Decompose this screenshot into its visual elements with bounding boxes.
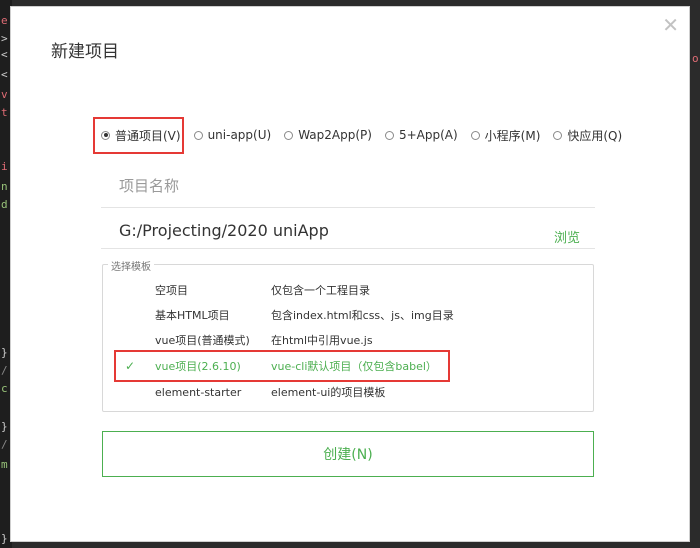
radio-unchecked-icon xyxy=(470,130,480,140)
radio-uni-app[interactable]: uni-app(U) xyxy=(193,128,272,142)
editor-code-glyph: t xyxy=(1,106,8,119)
radio-mini-program[interactable]: 小程序(M) xyxy=(470,127,541,144)
annotation-highlight-box xyxy=(114,350,450,382)
create-button[interactable]: 创建(N) xyxy=(102,431,594,477)
dialog-title: 新建项目 xyxy=(51,42,119,62)
new-project-dialog: 新建项目 ✕ 普通项目(V) uni-app(U) Wap2App(P) 5+A… xyxy=(10,6,690,542)
project-name-field xyxy=(101,165,595,208)
template-desc: 包含index.html和css、js、img目录 xyxy=(271,309,454,322)
editor-code-glyph: c xyxy=(1,382,8,395)
project-path-field[interactable]: G:/Projecting/2020 uniApp xyxy=(101,215,595,249)
template-item-empty[interactable]: 空项目 仅包含一个工程目录 xyxy=(103,278,593,302)
radio-label: 5+App(A) xyxy=(398,128,458,142)
radio-quick-app[interactable]: 快应用(Q) xyxy=(553,127,622,144)
template-name: element-starter xyxy=(155,385,242,399)
editor-code-glyph: e xyxy=(1,14,8,27)
editor-code-glyph: } xyxy=(1,346,8,359)
radio-label: 快应用(Q) xyxy=(567,128,623,143)
template-item-basic-html[interactable]: 基本HTML项目 包含index.html和css、js、img目录 xyxy=(103,303,593,327)
radio-label: 小程序(M) xyxy=(484,128,541,143)
radio-unchecked-icon xyxy=(553,130,563,140)
template-item-element-starter[interactable]: element-starter element-ui的项目模板 xyxy=(103,380,593,404)
radio-label: Wap2App(P) xyxy=(298,128,372,142)
editor-code-glyph: n xyxy=(1,180,8,193)
editor-code-glyph: > xyxy=(1,32,8,45)
template-group-legend: 选择模板 xyxy=(108,258,154,273)
project-path-value: G:/Projecting/2020 uniApp xyxy=(119,221,329,240)
template-name: 基本HTML项目 xyxy=(155,309,230,322)
template-desc: element-ui的项目模板 xyxy=(271,386,386,399)
editor-code-glyph: v xyxy=(1,88,8,101)
browse-link[interactable]: 浏览 xyxy=(554,227,580,246)
editor-code-glyph: < xyxy=(1,68,8,81)
radio-unchecked-icon xyxy=(193,130,203,140)
template-name: 空项目 xyxy=(155,284,188,297)
radio-unchecked-icon xyxy=(384,130,394,140)
template-desc: 仅包含一个工程目录 xyxy=(271,284,370,297)
editor-code-glyph: / xyxy=(1,364,8,377)
editor-code-glyph: < xyxy=(1,48,8,61)
close-icon[interactable]: ✕ xyxy=(662,15,679,35)
annotation-highlight-box xyxy=(93,117,184,154)
editor-code-glyph: m xyxy=(1,458,8,471)
radio-5plus-app[interactable]: 5+App(A) xyxy=(384,128,458,142)
template-name: vue项目(普通模式) xyxy=(155,334,250,347)
project-name-input[interactable] xyxy=(101,165,595,207)
template-desc: 在html中引用vue.js xyxy=(271,334,373,347)
editor-code-glyph: o xyxy=(692,52,699,65)
radio-label: uni-app(U) xyxy=(207,128,272,142)
editor-code-glyph: i xyxy=(1,160,8,173)
editor-code-glyph: / xyxy=(1,438,8,451)
editor-code-glyph: } xyxy=(1,420,8,433)
editor-code-glyph: } xyxy=(1,532,8,545)
template-item-vue-normal[interactable]: vue项目(普通模式) 在html中引用vue.js xyxy=(103,328,593,352)
radio-wap2app[interactable]: Wap2App(P) xyxy=(284,128,372,142)
radio-unchecked-icon xyxy=(284,130,294,140)
editor-code-glyph: d xyxy=(1,198,8,211)
